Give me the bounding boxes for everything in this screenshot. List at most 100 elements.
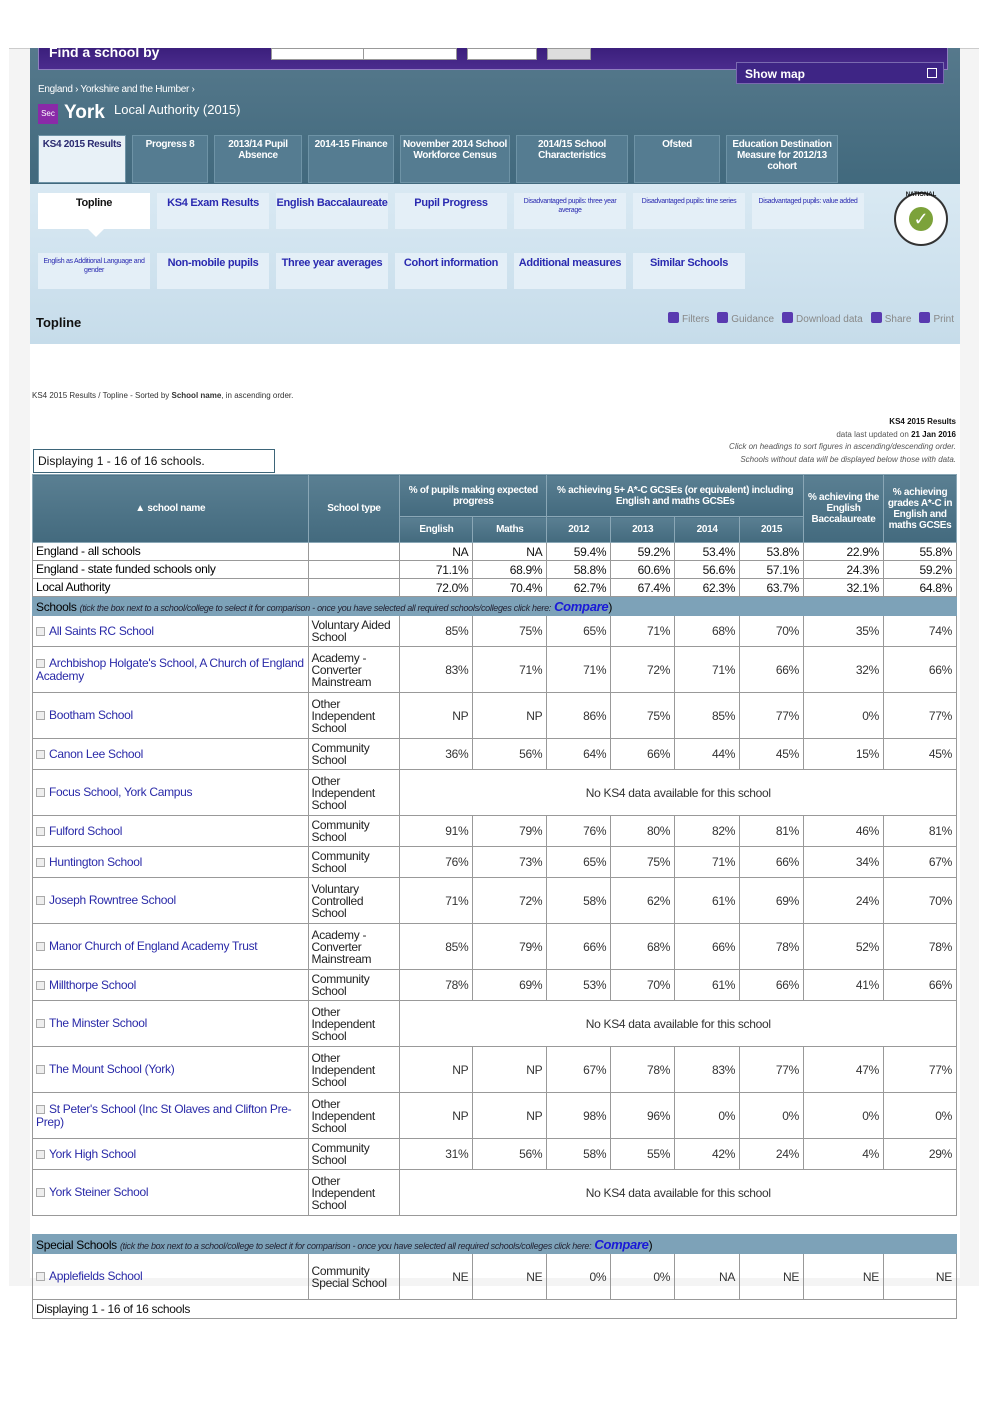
compare-checkbox[interactable] <box>36 1188 45 1197</box>
section-bar-cell: Special Schools (tick the box next to a … <box>32 1234 957 1254</box>
compare-checkbox[interactable] <box>36 857 45 867</box>
compare-checkbox[interactable] <box>36 788 45 797</box>
special_bar-section-bar: Special Schools (tick the box next to a … <box>32 1234 957 1254</box>
school-name-link[interactable]: Focus School, York Campus <box>49 785 193 799</box>
school-name-link[interactable]: Manor Church of England Academy Trust <box>49 939 258 953</box>
breadcrumb-region[interactable]: Yorkshire and the Humber <box>80 84 189 95</box>
header-2012[interactable]: 2012 <box>546 516 612 543</box>
compare-link[interactable]: Compare <box>594 1237 649 1252</box>
header-2014[interactable]: 2014 <box>674 516 741 543</box>
school-row: Fulford School Community School 91% 79% 76% 8… <box>32 815 957 847</box>
cell-value: 78% <box>883 923 957 970</box>
spacer-row <box>32 1215 957 1235</box>
tool-label: Share <box>884 314 912 325</box>
nodata-hint: Schools without data will be displayed b… <box>740 454 956 464</box>
school-name-link[interactable]: Bootham School <box>49 708 133 722</box>
compare-checkbox[interactable] <box>36 826 45 836</box>
header-2013[interactable]: 2013 <box>610 516 676 543</box>
cell-value: 0% <box>739 1092 805 1139</box>
cell-value: 68% <box>610 923 676 970</box>
toolbar: Filters Guidance Download data Share Print <box>667 312 954 325</box>
school-row: Bootham School Other Independent School NP… <box>32 692 957 739</box>
cell-value: 70.4% <box>472 578 548 597</box>
cell-value: 58% <box>546 877 612 924</box>
compare-checkbox[interactable] <box>36 1104 45 1114</box>
compare-checkbox[interactable] <box>36 711 45 720</box>
main-tab[interactable]: 2013/14 Pupil Absence <box>214 135 302 183</box>
cell-value: 79% <box>472 923 548 970</box>
main-tab[interactable]: 2014-15 Finance <box>308 135 394 183</box>
sub-tab[interactable]: Disadvantaged pupils: value added <box>752 193 864 229</box>
school-name-link[interactable]: St Peter's School (Inc St Olaves and Cli… <box>36 1102 292 1129</box>
header-eng-maths[interactable]: % achieving grades A*-C in English and m… <box>883 474 957 543</box>
sub-tab[interactable]: Topline <box>38 193 150 237</box>
school-name-link[interactable]: Archbishop Holgate's School, A Church of… <box>36 656 304 683</box>
compare-checkbox[interactable] <box>36 1149 45 1159</box>
sub-tab[interactable]: Cohort information <box>395 253 507 289</box>
school-name-link[interactable]: All Saints RC School <box>49 624 154 638</box>
sub-tab[interactable]: Similar Schools <box>633 253 745 289</box>
sub-tab[interactable]: Disadvantaged pupils: time series <box>633 193 745 229</box>
school-name-link[interactable]: Applefields School <box>49 1269 143 1283</box>
school-name-link[interactable]: Canon Lee School <box>49 747 143 761</box>
compare-checkbox[interactable] <box>36 1272 45 1281</box>
page: Find a school by Show map England › York… <box>30 44 960 1319</box>
school-name-link[interactable]: Joseph Rowntree School <box>49 893 176 907</box>
sub-tab[interactable]: Disadvantaged pupils: three year average <box>514 193 626 229</box>
compare-checkbox[interactable] <box>36 626 45 636</box>
compare-checkbox[interactable] <box>36 1065 45 1074</box>
tool-print[interactable]: Print <box>919 312 954 325</box>
school-name-link[interactable]: Huntington School <box>49 855 142 869</box>
compare-checkbox[interactable] <box>36 749 45 759</box>
compare-checkbox[interactable] <box>36 658 45 668</box>
sub-tab[interactable]: English Baccalaureate <box>276 193 388 229</box>
sub-tab[interactable]: Three year averages <box>276 253 388 289</box>
compare-checkbox[interactable] <box>36 1019 45 1028</box>
cell-value: NP <box>472 1092 548 1139</box>
school-name-link[interactable]: York Steiner School <box>49 1185 149 1199</box>
school-type: Community School <box>307 1138 401 1170</box>
tool-download-data[interactable]: Download data <box>782 312 863 325</box>
school-name-link[interactable]: The Mount School (York) <box>49 1062 175 1076</box>
header-school-type[interactable]: School type <box>307 474 401 543</box>
school-name-cell: Joseph Rowntree School <box>32 877 309 924</box>
school-name-link[interactable]: Fulford School <box>49 824 122 838</box>
school-name-link[interactable]: The Minster School <box>49 1016 147 1030</box>
show-map-button[interactable]: Show map <box>736 62 944 84</box>
search-input[interactable] <box>363 48 457 60</box>
cell-value: 62% <box>610 877 676 924</box>
find-button[interactable] <box>547 48 591 60</box>
cell-value: NE <box>472 1253 548 1300</box>
compare-link[interactable]: Compare <box>554 599 609 614</box>
main-tab[interactable]: Ofsted <box>634 135 720 183</box>
cell-value: 45% <box>739 738 805 770</box>
tool-filters[interactable]: Filters <box>667 312 709 325</box>
school-name-link[interactable]: Millthorpe School <box>49 978 136 992</box>
main-tab[interactable]: KS4 2015 Results <box>38 135 126 183</box>
main-tab[interactable]: Education Destination Measure for 2012/1… <box>726 135 838 183</box>
cell-value: 72% <box>472 877 548 924</box>
header-2015[interactable]: 2015 <box>739 516 805 543</box>
header-ebacc[interactable]: % achieving the English Baccalaureate <box>803 474 884 543</box>
displaying-count-bottom: Displaying 1 - 16 of 16 schools <box>32 1299 957 1319</box>
sub-tab[interactable]: KS4 Exam Results <box>157 193 269 229</box>
school-name-link[interactable]: York High School <box>49 1147 136 1161</box>
tool-guidance[interactable]: Guidance <box>717 312 774 325</box>
breadcrumb-england[interactable]: England <box>38 84 73 95</box>
distance-select[interactable] <box>467 48 537 60</box>
header-maths[interactable]: Maths <box>472 516 548 543</box>
cell-value: 78% <box>739 923 805 970</box>
sub-tab[interactable]: Additional measures <box>514 253 626 289</box>
compare-checkbox[interactable] <box>36 942 45 951</box>
sub-tab[interactable]: Non-mobile pupils <box>157 253 269 289</box>
compare-checkbox[interactable] <box>36 980 45 990</box>
main-tab[interactable]: Progress 8 <box>132 135 208 183</box>
header-school-name[interactable]: ▲ school name <box>32 474 309 543</box>
sub-tab[interactable]: English as Additional Language and gende… <box>38 253 150 289</box>
main-tab[interactable]: 2014/15 School Characteristics <box>516 135 628 183</box>
tool-share[interactable]: Share <box>870 312 912 325</box>
compare-checkbox[interactable] <box>36 896 45 905</box>
main-tab[interactable]: November 2014 School Workforce Census <box>400 135 510 183</box>
sub-tab[interactable]: Pupil Progress <box>395 193 507 229</box>
header-english[interactable]: English <box>399 516 474 543</box>
